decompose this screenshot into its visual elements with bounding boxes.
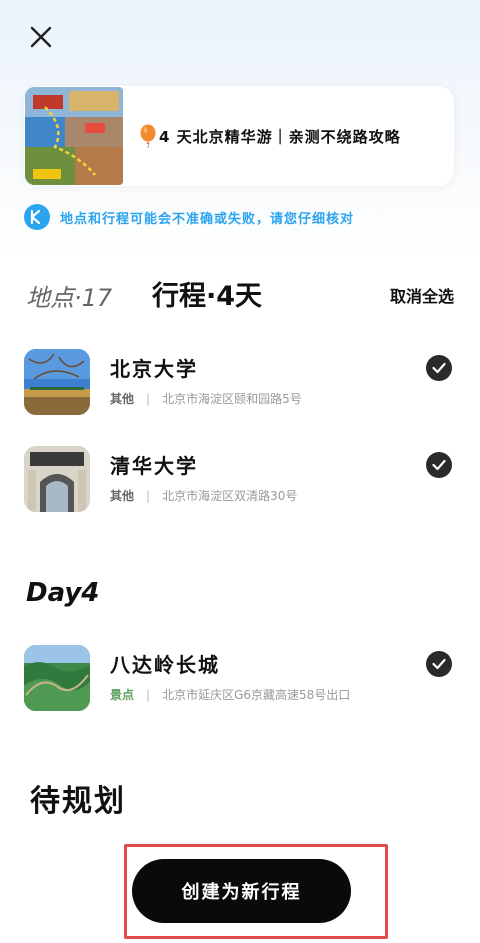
create-button-highlight: 创建为新行程 — [124, 844, 388, 939]
warning-text: 地点和行程可能会不准确或失败，请您仔细核对 — [60, 211, 355, 227]
note-card[interactable]: 4 天北京精华游｜亲测不绕路攻略 — [24, 86, 454, 186]
warning-banner: 地点和行程可能会不准确或失败，请您仔细核对 — [24, 203, 354, 231]
place-category: 其他 — [110, 489, 135, 503]
note-title: 4 天北京精华游｜亲测不绕路攻略 — [139, 124, 401, 148]
place-name: 八达岭长城 — [110, 653, 220, 677]
checkbox-checked[interactable] — [426, 651, 452, 677]
separator: | — [146, 488, 151, 503]
deselect-all-button[interactable]: 取消全选 — [390, 283, 454, 307]
note-thumbnail — [25, 87, 123, 185]
create-new-trip-button[interactable]: 创建为新行程 — [132, 859, 351, 923]
place-image — [24, 645, 90, 711]
checkmark-icon — [432, 459, 446, 471]
list-item[interactable]: 清华大学 其他 | 北京市海淀区双清路30号 — [24, 446, 454, 512]
place-image — [24, 349, 90, 415]
balloon-icon — [140, 124, 156, 148]
list-item[interactable]: 北京大学 其他 | 北京市海淀区颐和园路5号 — [24, 349, 454, 415]
place-name: 清华大学 — [110, 454, 198, 478]
separator: | — [146, 391, 151, 406]
separator: | — [146, 687, 151, 702]
close-icon — [30, 26, 52, 48]
checkbox-checked[interactable] — [426, 355, 452, 381]
place-address: 北京市海淀区颐和园路5号 — [162, 392, 302, 406]
place-meta: 其他 | 北京市海淀区颐和园路5号 — [110, 390, 302, 407]
place-image — [24, 446, 90, 512]
info-icon — [24, 204, 50, 230]
place-name: 北京大学 — [110, 357, 198, 381]
place-category: 景点 — [110, 688, 135, 702]
tab-trip[interactable]: 行程·4天 — [152, 274, 262, 313]
day-header: Day4 — [26, 578, 100, 608]
checkbox-checked[interactable] — [426, 452, 452, 478]
place-meta: 景点 | 北京市延庆区G6京藏高速58号出口 — [110, 686, 350, 703]
checkmark-icon — [432, 658, 446, 670]
tab-bar: 地点·17 行程·4天 取消全选 — [26, 274, 456, 314]
pending-header: 待规划 — [30, 784, 126, 819]
close-button[interactable] — [26, 22, 56, 52]
place-category: 其他 — [110, 392, 135, 406]
place-address: 北京市海淀区双清路30号 — [162, 489, 298, 503]
place-meta: 其他 | 北京市海淀区双清路30号 — [110, 487, 297, 504]
checkmark-icon — [432, 362, 446, 374]
place-address: 北京市延庆区G6京藏高速58号出口 — [162, 688, 351, 702]
list-item[interactable]: 八达岭长城 景点 | 北京市延庆区G6京藏高速58号出口 — [24, 645, 454, 711]
tab-places[interactable]: 地点·17 — [26, 278, 112, 313]
